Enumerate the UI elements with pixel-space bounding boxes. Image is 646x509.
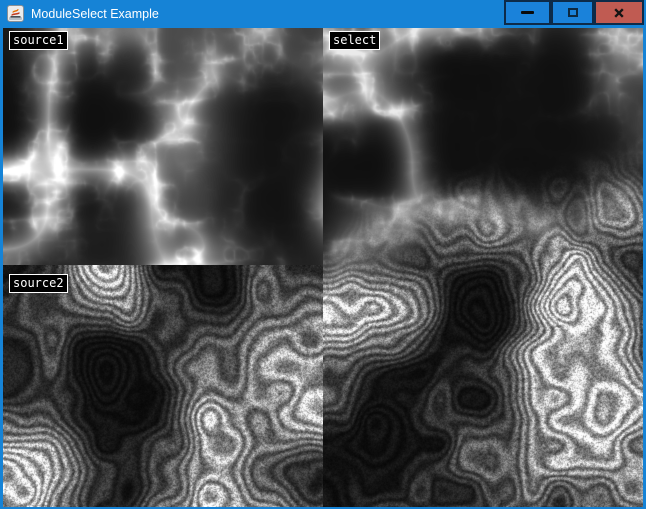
titlebar[interactable]: ModuleSelect Example [0, 0, 646, 28]
source2-preview-image [3, 265, 323, 507]
x-icon [613, 7, 625, 19]
render-area: source1 select source2 [3, 28, 643, 507]
maximize-button[interactable] [551, 0, 594, 25]
label-source2: source2 [9, 274, 68, 293]
label-source1: source1 [9, 31, 68, 50]
window-title: ModuleSelect Example [31, 0, 159, 28]
minimize-button[interactable] [504, 0, 551, 25]
source1-preview-image [3, 28, 323, 265]
square-outline-icon [568, 8, 578, 17]
close-button[interactable] [594, 0, 644, 25]
window-controls [504, 0, 644, 25]
java-coffee-cup-icon [7, 5, 24, 22]
dash-icon [521, 11, 534, 14]
label-select: select [329, 31, 380, 50]
